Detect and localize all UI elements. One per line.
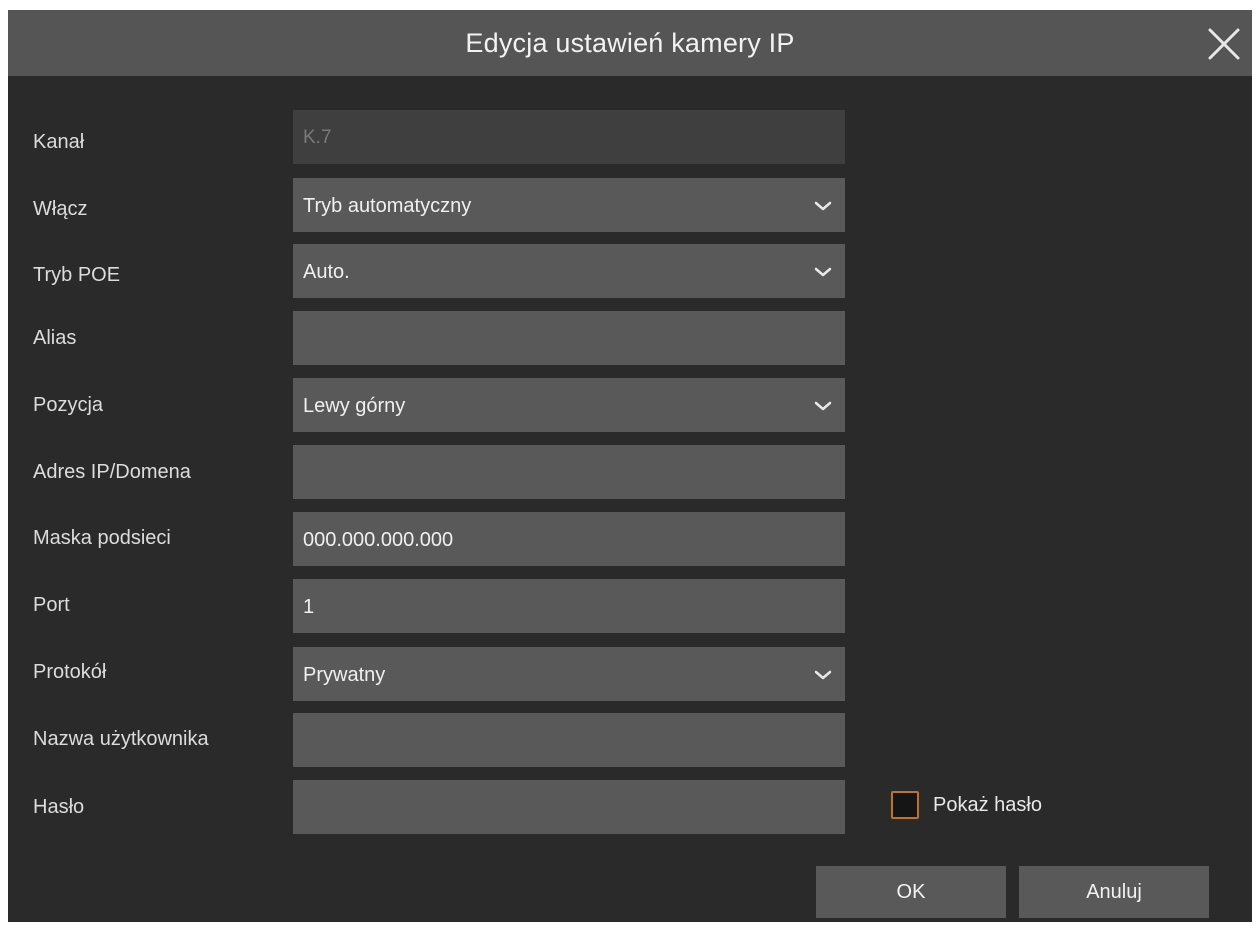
dialog-title: Edycja ustawień kamery IP xyxy=(465,28,795,58)
alias-input[interactable] xyxy=(293,311,845,365)
protocol-select[interactable]: Prywatny xyxy=(293,647,845,701)
port-input[interactable]: 1 xyxy=(293,579,845,633)
show-password-label: Pokaż hasło xyxy=(933,794,1042,816)
poe-mode-label: Tryb POE xyxy=(33,264,121,286)
subnet-mask-label: Maska podsieci xyxy=(33,527,171,549)
poe-mode-value: Auto. xyxy=(303,261,350,283)
cancel-button[interactable]: Anuluj xyxy=(1019,866,1209,918)
poe-mode-select[interactable]: Auto. xyxy=(293,244,845,298)
position-select[interactable]: Lewy górny xyxy=(293,378,845,432)
enable-value: Tryb automatyczny xyxy=(303,195,472,217)
chevron-down-icon xyxy=(814,267,832,277)
close-icon xyxy=(1208,28,1240,60)
chevron-down-icon xyxy=(814,670,832,680)
port-label: Port xyxy=(33,594,70,616)
ok-button[interactable]: OK xyxy=(816,866,1006,918)
position-value: Lewy górny xyxy=(303,395,406,417)
chevron-down-icon xyxy=(814,201,832,211)
title-bar: Edycja ustawień kamery IP xyxy=(8,10,1252,76)
enable-label: Włącz xyxy=(33,198,88,220)
subnet-mask-input[interactable]: 000.000.000.000 xyxy=(293,512,845,566)
subnet-mask-value: 000.000.000.000 xyxy=(303,529,454,551)
password-input[interactable] xyxy=(293,780,845,834)
protocol-value: Prywatny xyxy=(303,664,386,686)
ip-address-input[interactable] xyxy=(293,445,845,499)
channel-value: K.7 xyxy=(303,127,332,148)
password-label: Hasło xyxy=(33,796,85,818)
chevron-down-icon xyxy=(814,401,832,411)
protocol-label: Protokół xyxy=(33,661,107,683)
username-label: Nazwa użytkownika xyxy=(33,728,209,750)
alias-label: Alias xyxy=(33,327,77,349)
channel-field: K.7 xyxy=(293,110,845,164)
ip-address-label: Adres IP/Domena xyxy=(33,461,191,483)
ip-camera-settings-dialog: Edycja ustawień kamery IP Kanał K.7 Włąc… xyxy=(8,10,1252,922)
channel-label: Kanał xyxy=(33,131,85,153)
show-password-checkbox[interactable] xyxy=(891,791,919,819)
close-button[interactable] xyxy=(1202,22,1246,66)
username-input[interactable] xyxy=(293,713,845,767)
port-value: 1 xyxy=(303,596,315,618)
enable-select[interactable]: Tryb automatyczny xyxy=(293,178,845,232)
position-label: Pozycja xyxy=(33,394,104,416)
